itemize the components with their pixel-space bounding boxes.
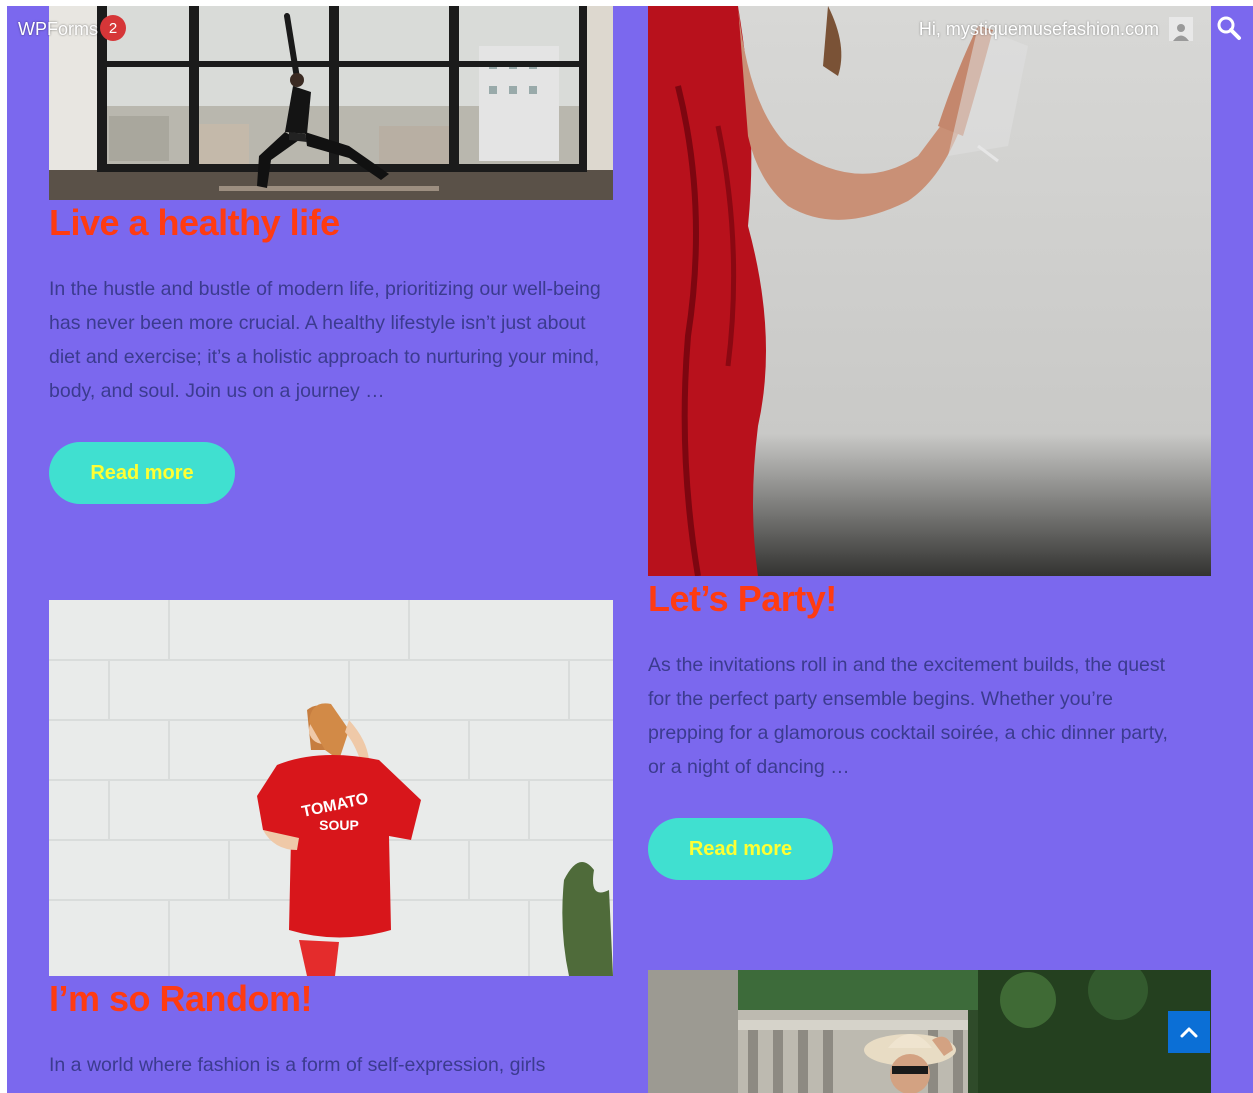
blog-page: WPForms 2 Hi, mystiquemusefashion.com Li…: [7, 6, 1253, 1093]
user-avatar-icon: [1169, 17, 1193, 41]
wpforms-label[interactable]: WPForms: [18, 19, 98, 40]
greeting-text: Hi, mystiquemusefashion.com: [918, 18, 1159, 39]
admin-bar: WPForms 2 Hi, mystiquemusefashion.com: [7, 6, 1253, 48]
post-image-tomato-soup[interactable]: TOMATO SOUP: [49, 600, 613, 976]
chevron-up-icon: [1180, 1027, 1198, 1038]
post-title-healthy-life[interactable]: Live a healthy life: [49, 202, 340, 244]
wpforms-menu[interactable]: WPForms 2: [18, 15, 126, 41]
post-title-im-so-random[interactable]: I’m so Random!: [49, 978, 313, 1020]
account-menu[interactable]: Hi, mystiquemusefashion.com: [919, 17, 1193, 41]
post-excerpt-lets-party: As the invitations roll in and the excit…: [648, 654, 1168, 778]
read-more-button-lets-party[interactable]: Read more: [648, 818, 833, 880]
post-title-lets-party[interactable]: Let’s Party!: [648, 578, 837, 620]
search-icon[interactable]: [1215, 14, 1243, 42]
notification-badge: 2: [100, 15, 126, 41]
post-excerpt-healthy-life: In the hustle and bustle of modern life,…: [49, 278, 601, 402]
read-more-button-healthy-life[interactable]: Read more: [49, 442, 235, 504]
sweater-text-line2: SOUP: [319, 817, 359, 833]
post-excerpt-im-so-random: In a world where fashion is a form of se…: [49, 1054, 546, 1076]
post-image-red-dress[interactable]: [648, 6, 1211, 576]
scroll-to-top-button[interactable]: [1168, 1011, 1210, 1053]
post-image-sun-hat[interactable]: [648, 970, 1211, 1093]
